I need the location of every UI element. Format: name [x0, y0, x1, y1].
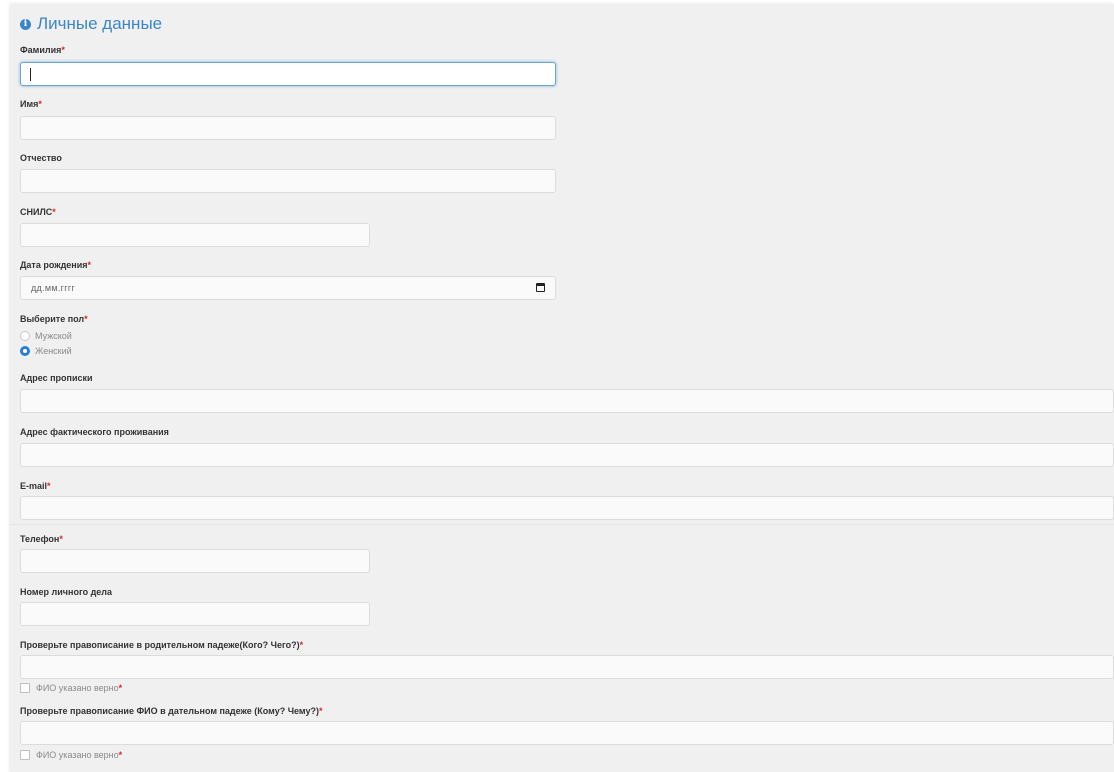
dative-checkbox-label: ФИО указано верно [36, 750, 119, 760]
dative-confirm[interactable]: ФИО указано верно * [20, 750, 122, 760]
section-title: i Личные данные [20, 12, 162, 36]
snils-input[interactable] [20, 223, 370, 247]
genitive-label: Проверьте правописание в родительном пад… [20, 640, 303, 650]
phone-input[interactable] [20, 549, 370, 573]
personal-data-panel: i Личные данные Фамилия* Имя* Отчество С… [10, 4, 1114, 772]
gender-option-male[interactable]: Мужской [20, 331, 72, 341]
required-mark: * [47, 481, 51, 491]
info-icon: i [20, 18, 31, 30]
required-mark: * [299, 640, 304, 650]
patronymic-label-text: Отчество [20, 153, 62, 163]
reg-address-label-text: Адрес прописки [20, 373, 93, 383]
case-number-label-text: Номер личного дела [20, 587, 113, 597]
birth-date-input[interactable]: дд.мм.гггг [20, 276, 556, 300]
required-mark: * [84, 314, 88, 324]
dative-checkbox[interactable] [20, 750, 30, 760]
section-title-text: Личные данные [37, 14, 163, 33]
gender-option-female-label: Женский [35, 346, 72, 356]
birth-date-label: Дата рождения* [20, 260, 91, 270]
required-mark: * [118, 750, 123, 760]
dative-label-text: Проверьте правописание ФИО в дательном п… [20, 706, 319, 716]
first-name-label: Имя* [20, 99, 42, 109]
required-mark: * [87, 260, 92, 270]
genitive-label-text: Проверьте правописание в родительном пад… [20, 640, 300, 650]
snils-label: СНИЛС* [20, 207, 56, 217]
actual-address-label: Адрес фактического проживания [20, 427, 169, 437]
genitive-checkbox-label: ФИО указано верно [36, 683, 119, 693]
patronymic-input[interactable] [20, 169, 556, 193]
email-label-text: E-mail [20, 481, 48, 491]
case-number-label: Номер личного дела [20, 587, 112, 597]
genitive-confirm[interactable]: ФИО указано верно * [20, 683, 122, 693]
gender-option-male-label: Мужской [35, 331, 72, 341]
required-mark: * [118, 683, 123, 693]
last-name-label: Фамилия* [20, 45, 65, 55]
gender-label-text: Выберите пол [20, 314, 85, 324]
calendar-icon[interactable] [536, 283, 545, 292]
phone-label-text: Телефон [20, 534, 60, 544]
gender-option-female[interactable]: Женский [20, 346, 72, 356]
actual-address-label-text: Адрес фактического проживания [20, 427, 169, 437]
gender-label: Выберите пол* [20, 314, 88, 324]
first-name-label-text: Имя [20, 99, 39, 109]
dative-label: Проверьте правописание ФИО в дательном п… [20, 706, 322, 716]
last-name-label-text: Фамилия [20, 45, 62, 55]
required-mark: * [38, 99, 42, 109]
actual-address-input[interactable] [20, 443, 1114, 467]
required-mark: * [318, 706, 323, 716]
required-mark: * [59, 534, 63, 544]
snils-label-text: СНИЛС [20, 207, 53, 217]
first-name-input[interactable] [20, 116, 556, 140]
birth-date-placeholder: дд.мм.гггг [31, 283, 76, 293]
dative-input[interactable] [20, 721, 1114, 745]
radio-male[interactable] [20, 331, 30, 341]
required-mark: * [61, 45, 65, 55]
last-name-input[interactable] [20, 62, 556, 86]
phone-label: Телефон* [20, 534, 63, 544]
email-label: E-mail* [20, 481, 51, 491]
radio-female[interactable] [20, 346, 30, 356]
required-mark: * [52, 207, 56, 217]
email-input[interactable] [20, 496, 1114, 520]
reg-address-label: Адрес прописки [20, 373, 93, 383]
divider [10, 524, 1114, 525]
patronymic-label: Отчество [20, 153, 62, 163]
genitive-checkbox[interactable] [20, 683, 30, 693]
birth-date-label-text: Дата рождения [20, 260, 88, 270]
case-number-input[interactable] [20, 602, 370, 626]
genitive-input[interactable] [20, 655, 1114, 679]
text-caret [30, 68, 31, 81]
reg-address-input[interactable] [20, 389, 1114, 413]
